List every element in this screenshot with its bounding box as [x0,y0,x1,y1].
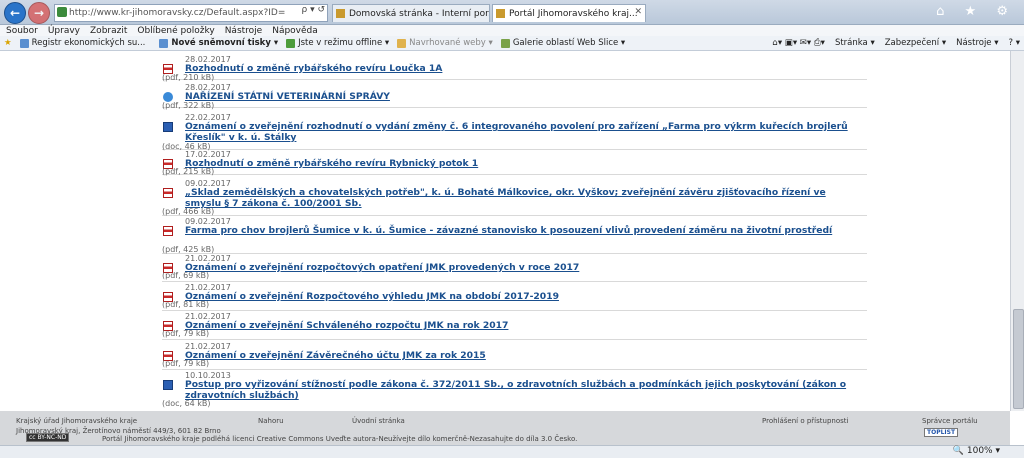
document-list: 28.02.2017 Rozhodnutí o změně rybářského… [0,51,1010,411]
item-meta: (pdf, 210 kB) [162,73,215,82]
favorites-star-icon[interactable]: ★ [4,38,12,48]
item-meta: (pdf, 79 kB) [162,359,210,368]
menu-bar: Soubor Úpravy Zobrazit Oblíbené položky … [0,25,1024,36]
command-icons[interactable]: ⌂▾ ▣▾ ✉▾ ⎙▾ [772,38,825,48]
address-bar[interactable]: http://www.kr-jihomoravsky.cz/Default.as… [54,4,328,22]
favorites-bar: ★ Registr ekonomických su... Nové sněmov… [0,36,1024,51]
zoom-control[interactable]: 🔍 100% ▾ [953,446,1000,456]
scrollbar-thumb[interactable] [1013,309,1024,409]
list-item: 21.02.2017 Oznámení o zveřejnění Rozpočt… [162,283,867,311]
item-meta: (pdf, 322 kB) [162,101,215,110]
tab-close-icon[interactable]: ✕ [634,7,642,17]
cmd-help[interactable]: ? ▾ [1009,38,1020,48]
page-footer: Krajský úřad Jihomoravského kraje Jihomo… [0,411,1010,445]
pdf-icon [163,226,173,236]
item-link[interactable]: Oznámení o zveřejnění Závěrečného účtu J… [185,350,865,361]
footer-link-accessibility[interactable]: Prohlášení o přístupnosti [762,417,848,425]
home-favorites-tools-icons[interactable]: ⌂ ★ ⚙ [936,4,1016,19]
address-text: http://www.kr-jihomoravsky.cz/Default.as… [69,8,286,18]
item-meta: (pdf, 425 kB) [162,245,215,254]
suggested-sites-icon [397,38,407,48]
item-link[interactable]: Oznámení o zveřejnění rozpočtových opatř… [185,262,865,273]
footer-link-nahoru[interactable]: Nahoru [258,417,284,425]
list-item: 09.02.2017 Farma pro chov brojlerů Šumic… [162,217,867,254]
feed-icon [159,38,169,48]
item-link[interactable]: Oznámení o zveřejnění rozhodnutí o vydán… [185,121,865,143]
item-link[interactable]: Oznámení o zveřejnění Schváleného rozpoč… [185,320,865,331]
item-link[interactable]: Farma pro chov brojlerů Šumice v k. ú. Š… [185,225,865,236]
menu-oblibene[interactable]: Oblíbené položky [137,26,214,36]
list-item: 10.10.2013 Postup pro vyřizování stížnos… [162,371,867,409]
list-item: 21.02.2017 Oznámení o zveřejnění Schvále… [162,312,867,340]
fav-galerie-web-slice[interactable]: Galerie oblastí Web Slice ▾ [500,38,625,48]
item-meta: (pdf, 215 kB) [162,167,215,176]
tab-favicon-icon [496,9,505,18]
back-button[interactable]: ← [4,2,26,24]
forward-button[interactable]: → [28,2,50,24]
command-bar: ⌂▾ ▣▾ ✉▾ ⎙▾ Stránka ▾ Zabezpečení ▾ Nást… [772,36,1020,50]
item-link[interactable]: Rozhodnutí o změně rybářského revíru Ryb… [185,158,865,169]
menu-napoveda[interactable]: Nápověda [272,26,318,36]
word-doc-icon [163,380,173,390]
fav-offline[interactable]: Jste v režimu offline ▾ [286,38,389,48]
toplist-badge[interactable]: TOPLIST [924,428,959,437]
fav-registr[interactable]: Registr ekonomických su... [19,38,145,48]
link-icon [19,38,29,48]
item-link[interactable]: Postup pro vyřizování stížností podle zá… [185,379,865,401]
footer-org: Krajský úřad Jihomoravského kraje [16,417,138,425]
fav-snemovni-tisky[interactable]: Nové sněmovní tisky ▾ [159,38,278,48]
item-link[interactable]: NAŘÍZENÍ STÁTNÍ VETERINÁRNÍ SPRÁVY [185,91,865,102]
pdf-icon [163,188,173,198]
tab-label: Domovská stránka - Interní por... [349,8,490,19]
item-link[interactable]: „Sklad zemědělských a chovatelských potř… [185,187,865,209]
site-favicon-icon [57,7,67,17]
tab-portal-jmk[interactable]: Portál Jihomoravského kraj... ✕ [492,4,646,22]
cc-license-badge[interactable]: cc BY-NC-ND [26,433,70,442]
item-meta: (pdf, 79 kB) [162,329,210,338]
vertical-scrollbar[interactable] [1010,51,1024,411]
fav-navrhovane-weby[interactable]: Navrhované weby ▾ [397,38,493,48]
footer-link-admin[interactable]: Správce portálu [922,417,978,425]
item-meta: (doc, 64 kB) [162,399,211,408]
list-item: 28.02.2017 Rozhodnutí o změně rybářského… [162,55,867,82]
tab-favicon-icon [336,9,345,18]
tab-label: Portál Jihomoravského kraj... [509,8,638,19]
item-meta: (pdf, 81 kB) [162,300,210,309]
browser-title-bar: ← → http://www.kr-jihomoravsky.cz/Defaul… [0,0,1024,25]
item-link[interactable]: Rozhodnutí o změně rybářského revíru Lou… [185,63,865,74]
item-link[interactable]: Oznámení o zveřejnění Rozpočtového výhle… [185,291,865,302]
list-item: 17.02.2017 Rozhodnutí o změně rybářského… [162,150,867,176]
menu-zobrazit[interactable]: Zobrazit [90,26,127,36]
footer-link-home[interactable]: Úvodní stránka [352,417,405,425]
cmd-zabezpeceni[interactable]: Zabezpečení ▾ [885,38,946,48]
list-item: 09.02.2017 „Sklad zemědělských a chovate… [162,179,867,216]
web-slice-icon [500,38,510,48]
address-buttons[interactable]: ρ ▾ ↺ [302,5,326,15]
menu-upravy[interactable]: Úpravy [48,26,80,36]
word-doc-icon [163,122,173,132]
status-bar: 🔍 100% ▾ [0,445,1024,458]
offline-icon [286,38,296,48]
cmd-stranka[interactable]: Stránka ▾ [835,38,875,48]
item-meta: (pdf, 466 kB) [162,207,215,216]
list-item: 22.02.2017 Oznámení o zveřejnění rozhodn… [162,113,867,151]
list-item: 21.02.2017 Oznámení o zveřejnění Závěreč… [162,342,867,370]
list-item: 28.02.2017 NAŘÍZENÍ STÁTNÍ VETERINÁRNÍ S… [162,83,867,110]
item-meta: (pdf, 69 kB) [162,271,210,280]
cmd-nastroje[interactable]: Nástroje ▾ [956,38,998,48]
menu-soubor[interactable]: Soubor [6,26,38,36]
tab-domovska-stranka[interactable]: Domovská stránka - Interní por... [332,4,490,22]
menu-nastroje[interactable]: Nástroje [225,26,263,36]
list-item: 21.02.2017 Oznámení o zveřejnění rozpočt… [162,254,867,282]
footer-license-text: Portál Jihomoravského kraje podléhá lice… [102,435,578,443]
